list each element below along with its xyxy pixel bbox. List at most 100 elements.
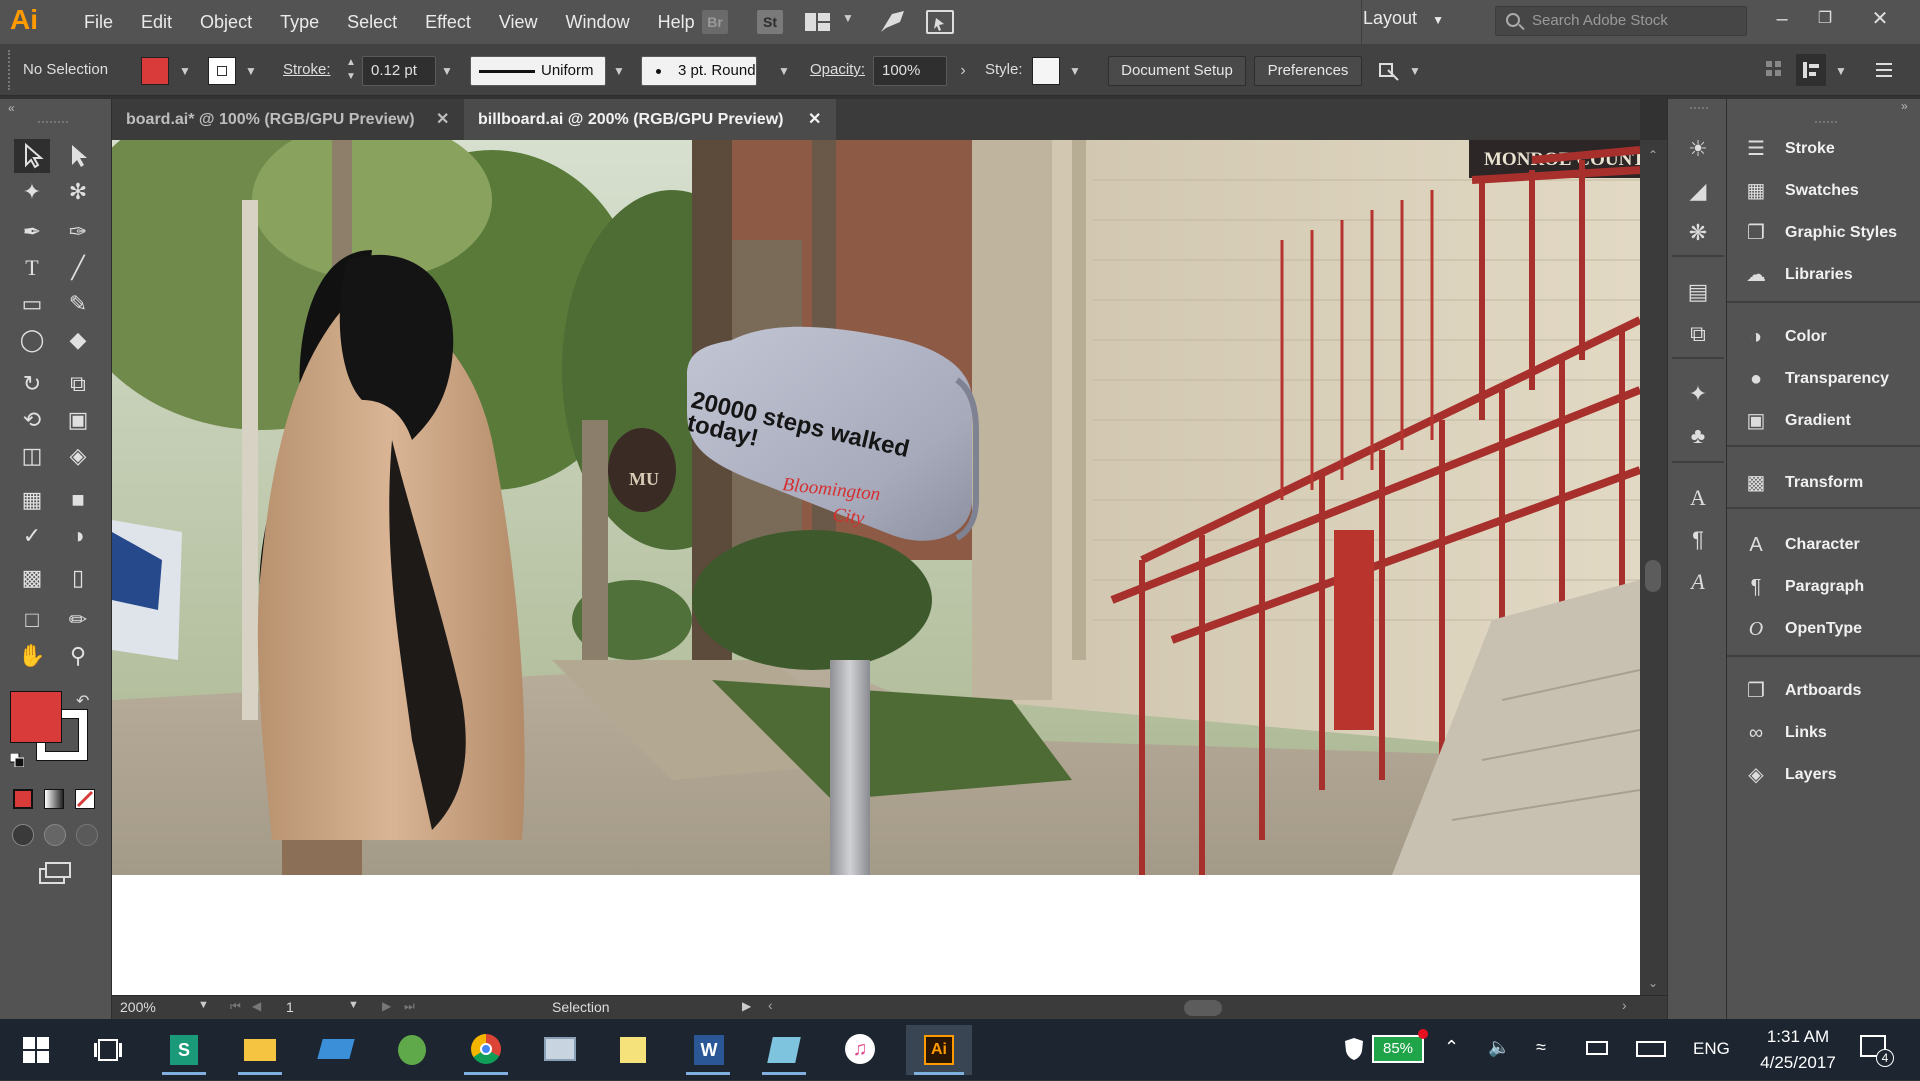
graphic-style-swatch[interactable]: [1032, 57, 1060, 85]
free-transform-tool-icon[interactable]: ▣: [60, 403, 96, 437]
appearance-icon[interactable]: ☀: [1683, 134, 1713, 164]
shape-builder-tool-icon[interactable]: ◫: [14, 439, 50, 473]
character-styles-icon[interactable]: A: [1683, 483, 1713, 513]
minimize-button[interactable]: –: [1762, 4, 1802, 36]
panel-swatches[interactable]: ▦ Swatches: [1727, 171, 1920, 211]
android-studio-icon[interactable]: [384, 1025, 440, 1075]
swap-fill-stroke-icon[interactable]: ↶: [76, 691, 89, 711]
chevron-down-icon[interactable]: ▼: [348, 999, 359, 1011]
panel-artboards[interactable]: ❐ Artboards: [1727, 671, 1920, 711]
zoom-level[interactable]: 200%: [120, 999, 156, 1015]
color-mode-icon[interactable]: [13, 789, 33, 809]
first-artboard-icon[interactable]: ⏮: [230, 999, 241, 1014]
stroke-stepper[interactable]: ▲ ▼: [344, 56, 358, 86]
sway-app-icon[interactable]: S: [156, 1025, 212, 1075]
chevron-down-icon[interactable]: ▼: [773, 56, 795, 86]
default-fill-stroke-icon[interactable]: [9, 752, 25, 768]
fill-color-box[interactable]: [10, 691, 62, 743]
chevron-down-icon[interactable]: ▼: [842, 11, 854, 25]
pathfinder-icon[interactable]: ⧉: [1683, 319, 1713, 349]
illustrator-taskbar-icon[interactable]: Ai: [906, 1025, 972, 1075]
tab-billboard[interactable]: billboard.ai @ 200% (RGB/GPU Preview) ✕: [464, 99, 836, 140]
vertical-scrollbar[interactable]: ⌃ ⌄: [1640, 140, 1667, 995]
placed-photo[interactable]: MONROE COUNTY MU: [112, 140, 1640, 875]
stroke-color-swatch[interactable]: [208, 57, 236, 85]
scroll-thumb[interactable]: [1645, 560, 1661, 592]
input-language[interactable]: ENG: [1693, 1039, 1730, 1059]
magic-wand-tool-icon[interactable]: ✦: [14, 175, 50, 209]
chrome-icon[interactable]: [458, 1025, 514, 1075]
wifi-icon[interactable]: ≈: [1536, 1037, 1546, 1058]
menu-window[interactable]: Window: [552, 12, 644, 33]
width-tool-icon[interactable]: ⟲: [14, 403, 50, 437]
gradient-tool-icon[interactable]: ■: [60, 483, 96, 517]
symbols-icon[interactable]: ♣: [1683, 421, 1713, 451]
panel-paragraph[interactable]: ¶ Paragraph: [1727, 567, 1920, 607]
none-mode-icon[interactable]: [75, 789, 95, 809]
search-adobe-stock-input[interactable]: Search Adobe Stock: [1495, 6, 1747, 36]
shaper-tool-icon[interactable]: ◯: [14, 323, 50, 357]
scroll-up-icon[interactable]: ⌃: [1648, 148, 1658, 162]
stock-button[interactable]: St: [757, 10, 783, 34]
opacity-label[interactable]: Opacity:: [810, 61, 865, 78]
restore-button[interactable]: ❐: [1805, 4, 1845, 36]
file-explorer-icon[interactable]: [232, 1025, 288, 1075]
brushes-icon[interactable]: ✦: [1683, 379, 1713, 409]
sticky-notes-icon[interactable]: [606, 1025, 662, 1075]
pen-tool-icon[interactable]: ✒: [14, 215, 50, 249]
chevron-down-icon[interactable]: ▼: [436, 56, 458, 86]
glyphs-icon[interactable]: A: [1683, 567, 1713, 597]
draw-normal-icon[interactable]: [12, 824, 34, 846]
change-screen-mode-icon[interactable]: [38, 861, 72, 887]
zoom-tool-icon[interactable]: ⚲: [60, 639, 96, 673]
rotate-tool-icon[interactable]: ↻: [14, 367, 50, 401]
battery-icon[interactable]: [1586, 1041, 1608, 1055]
notes-app-icon[interactable]: [756, 1025, 812, 1075]
curvature-tool-icon[interactable]: ✑: [60, 215, 96, 249]
panel-menu-icon[interactable]: [1874, 60, 1894, 80]
pc-app-icon[interactable]: [308, 1025, 364, 1075]
panel-layers[interactable]: ◈ Layers: [1727, 755, 1920, 795]
variable-width-profile[interactable]: Uniform: [470, 56, 606, 86]
scroll-left-icon[interactable]: ‹: [768, 997, 773, 1013]
artboard-number[interactable]: 1: [286, 999, 294, 1015]
hand-tool-icon[interactable]: ✋: [14, 639, 50, 673]
panel-libraries[interactable]: ☁ Libraries: [1727, 255, 1920, 295]
canvas[interactable]: MONROE COUNTY MU: [112, 140, 1640, 995]
fill-color-swatch[interactable]: [141, 57, 169, 85]
slice-tool-icon[interactable]: ✏: [60, 603, 96, 637]
tab-board[interactable]: board.ai* @ 100% (RGB/GPU Preview) ✕: [112, 99, 464, 140]
menu-object[interactable]: Object: [186, 12, 266, 33]
menu-select[interactable]: Select: [333, 12, 411, 33]
document-setup-button[interactable]: Document Setup: [1108, 56, 1246, 86]
paragraph-styles-icon[interactable]: ¶: [1683, 525, 1713, 555]
panel-graphic-styles[interactable]: ❐ Graphic Styles: [1727, 213, 1920, 253]
battery-indicator[interactable]: 85%: [1372, 1035, 1424, 1063]
selection-tool-icon[interactable]: [14, 139, 50, 173]
menu-type[interactable]: Type: [266, 12, 333, 33]
next-artboard-icon[interactable]: ▶: [382, 999, 391, 1013]
direct-selection-tool-icon[interactable]: [60, 139, 96, 173]
remote-desktop-icon[interactable]: [532, 1025, 588, 1075]
opacity-field[interactable]: 100%: [873, 56, 947, 86]
preferences-button[interactable]: Preferences: [1254, 56, 1362, 86]
eraser-tool-icon[interactable]: ◆: [60, 323, 96, 357]
close-tab-icon[interactable]: ✕: [436, 99, 449, 140]
align-options-icon[interactable]: [1796, 54, 1826, 86]
arrange-documents-icon[interactable]: [804, 12, 832, 32]
chevron-down-icon[interactable]: ▼: [1830, 56, 1852, 86]
panel-links[interactable]: ∞ Links: [1727, 713, 1920, 753]
menu-effect[interactable]: Effect: [411, 12, 485, 33]
paintbrush-tool-icon[interactable]: ✎: [60, 287, 96, 321]
close-window-button[interactable]: ✕: [1860, 4, 1900, 36]
symbol-sprayer-tool-icon[interactable]: ▩: [14, 561, 50, 595]
gradient-mode-icon[interactable]: [44, 789, 64, 809]
collapse-panels-icon[interactable]: »: [1901, 99, 1908, 113]
chevron-down-icon[interactable]: ▼: [174, 56, 196, 86]
panel-opentype[interactable]: O OpenType: [1727, 609, 1920, 649]
collapse-panel-icon[interactable]: «: [8, 101, 15, 115]
panel-transparency[interactable]: ● Transparency: [1727, 359, 1920, 399]
keyboard-icon[interactable]: [1636, 1041, 1666, 1057]
scroll-right-icon[interactable]: ›: [1622, 997, 1627, 1013]
align-icon[interactable]: ▤: [1683, 277, 1713, 307]
